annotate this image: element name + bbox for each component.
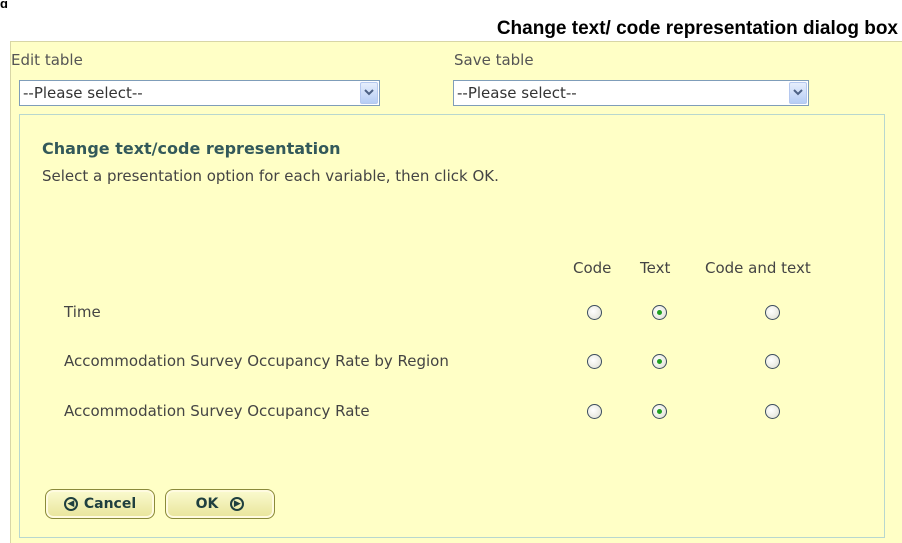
save-table-select[interactable]: --Please select-- [453, 80, 809, 106]
column-header-text: Text [640, 259, 671, 277]
cancel-button[interactable]: ◀ Cancel [45, 489, 155, 519]
chevron-down-icon[interactable] [360, 82, 378, 104]
figure-corner-fragment: g [0, 0, 8, 8]
radio-occupancy-rate-code[interactable] [587, 404, 602, 419]
edit-table-select[interactable]: --Please select-- [19, 80, 380, 106]
chevron-left-icon: ◀ [63, 497, 78, 511]
save-table-value: --Please select-- [457, 84, 577, 102]
column-header-code-and-text: Code and text [705, 259, 811, 277]
figure-title: Change text/ code representation dialog … [496, 18, 898, 39]
edit-table-label: Edit table [11, 51, 83, 69]
ok-button[interactable]: OK ▶ [165, 489, 275, 519]
radio-occupancy-by-region-text[interactable] [652, 354, 667, 369]
row-label-occupancy-by-region: Accommodation Survey Occupancy Rate by R… [64, 352, 449, 370]
dialog-instructions: Select a presentation option for each va… [42, 167, 499, 185]
column-header-code: Code [573, 259, 612, 277]
chevron-down-icon[interactable] [789, 82, 807, 104]
text-code-dialog: Change text/code representation Select a… [19, 114, 885, 538]
radio-occupancy-rate-text[interactable] [652, 404, 667, 419]
edit-table-value: --Please select-- [23, 84, 143, 102]
radio-occupancy-rate-code-and-text[interactable] [765, 404, 780, 419]
radio-time-code[interactable] [587, 305, 602, 320]
row-label-occupancy-rate: Accommodation Survey Occupancy Rate [64, 402, 370, 420]
dialog-heading: Change text/code representation [42, 139, 341, 158]
radio-time-code-and-text[interactable] [765, 305, 780, 320]
radio-occupancy-by-region-code[interactable] [587, 354, 602, 369]
chevron-right-icon: ▶ [230, 497, 245, 511]
table-panel: Edit table --Please select-- Save table … [10, 41, 902, 543]
cancel-button-label: Cancel [83, 496, 137, 512]
row-label-time: Time [64, 303, 101, 321]
radio-occupancy-by-region-code-and-text[interactable] [765, 354, 780, 369]
radio-time-text[interactable] [652, 305, 667, 320]
ok-button-label: OK [195, 496, 219, 512]
save-table-label: Save table [454, 51, 534, 69]
